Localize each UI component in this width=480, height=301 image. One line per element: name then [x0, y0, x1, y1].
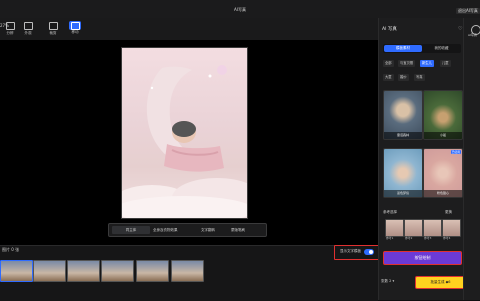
mode-text-flip[interactable]: 文字翻转	[198, 226, 218, 234]
thumbnail-image	[102, 261, 133, 281]
window-title: AI写真	[234, 7, 246, 12]
template-card[interactable]: 小船	[423, 90, 463, 140]
reference-caption: 参考4	[443, 236, 451, 240]
filmstrip-thumbnail[interactable]	[67, 260, 100, 282]
tool-label: 外观	[24, 31, 32, 35]
batch-generate-button[interactable]: 批量生成 ◆6	[415, 276, 466, 289]
tab-templates[interactable]: 模板素材	[384, 45, 422, 52]
tool-crop-button[interactable]: 裁剪	[45, 20, 61, 38]
template-card[interactable]: 蓝色梦境	[383, 148, 423, 198]
filter-chip[interactable]: 与宝贝照	[398, 60, 416, 67]
reference-caption: 参考1	[386, 236, 394, 240]
filter-chip[interactable]: 新生儿	[420, 60, 434, 67]
crop-icon	[48, 22, 58, 30]
template-caption: 小船	[424, 132, 462, 139]
thumbnail-image	[68, 261, 99, 281]
reference-change-link[interactable]: 更换	[445, 210, 452, 215]
tool-appearance-button[interactable]: 外观	[20, 20, 36, 38]
reference-thumb[interactable]	[442, 219, 461, 237]
reference-thumb[interactable]	[404, 219, 423, 237]
mode-mask-brush[interactable]: 蒙版笔刷	[228, 226, 248, 234]
right-rail	[463, 18, 480, 300]
filter-chip[interactable]: 大童	[383, 74, 394, 81]
mode-full-body[interactable]: 全身及衣物效果	[150, 226, 181, 234]
rail-label: AI写真	[468, 33, 477, 37]
template-card[interactable]: 已使用 粉色甜心	[423, 148, 463, 198]
tab-favorites[interactable]: 我的收藏	[423, 45, 460, 52]
appearance-icon	[23, 22, 33, 30]
toggle-label: 显示文字模板	[340, 249, 361, 253]
toggle-knob	[369, 250, 373, 254]
filmstrip-thumbnail[interactable]	[171, 260, 204, 282]
template-caption: 蓝色梦境	[384, 190, 422, 197]
thumbnail-image	[172, 261, 203, 281]
tool-move-button[interactable]: 移动	[67, 20, 83, 38]
thumbnail-image	[1, 261, 32, 281]
used-badge: 已使用	[450, 150, 461, 154]
tool-label: 移动	[71, 30, 79, 34]
tool-resolution-button[interactable]: 分辨	[2, 20, 18, 38]
filmstrip-thumbnail[interactable]	[136, 260, 169, 282]
mode-same-subject[interactable]: 同主体	[112, 226, 150, 234]
filter-chip[interactable]: 儿童	[440, 60, 451, 67]
move-icon	[70, 22, 80, 30]
template-caption: 粉色甜心	[424, 190, 462, 197]
thumbnail-image	[34, 261, 65, 281]
reference-caption: 参考2	[405, 236, 413, 240]
reference-caption: 参考3	[424, 236, 432, 240]
reference-thumb[interactable]	[385, 219, 404, 237]
thumbnail-image	[137, 261, 168, 281]
template-caption: 童话森林	[384, 132, 422, 139]
filter-chip[interactable]: 全部	[383, 60, 394, 67]
photo-preview[interactable]	[121, 47, 248, 219]
count-select[interactable]: 张数 2 ▾	[381, 279, 394, 284]
move-icon-wrap	[69, 21, 81, 30]
filmstrip-thumbnail[interactable]	[33, 260, 66, 282]
exit-button[interactable]: 退出AI写真	[456, 8, 480, 14]
baby-moon-illustration	[122, 65, 247, 218]
generate-button[interactable]: 按钮绘制	[383, 251, 462, 265]
reference-thumb[interactable]	[423, 219, 442, 237]
heart-icon[interactable]: ♡	[458, 27, 462, 32]
tool-label: 裁剪	[49, 31, 57, 35]
filmstrip-label: 图片 0 张	[2, 247, 20, 252]
template-card[interactable]: 童话森林	[383, 90, 423, 140]
filter-chip[interactable]: 婚纱	[398, 74, 409, 81]
filmstrip-thumbnail[interactable]	[0, 260, 33, 282]
filter-chip[interactable]: 写真	[414, 74, 425, 81]
reference-title: 参考选择	[383, 210, 397, 214]
filmstrip-thumbnail[interactable]	[101, 260, 134, 282]
panel-title: AI 写真	[382, 27, 397, 32]
resolution-icon	[5, 22, 15, 30]
text-template-toggle[interactable]	[364, 249, 374, 255]
tool-label: 分辨	[6, 31, 14, 35]
